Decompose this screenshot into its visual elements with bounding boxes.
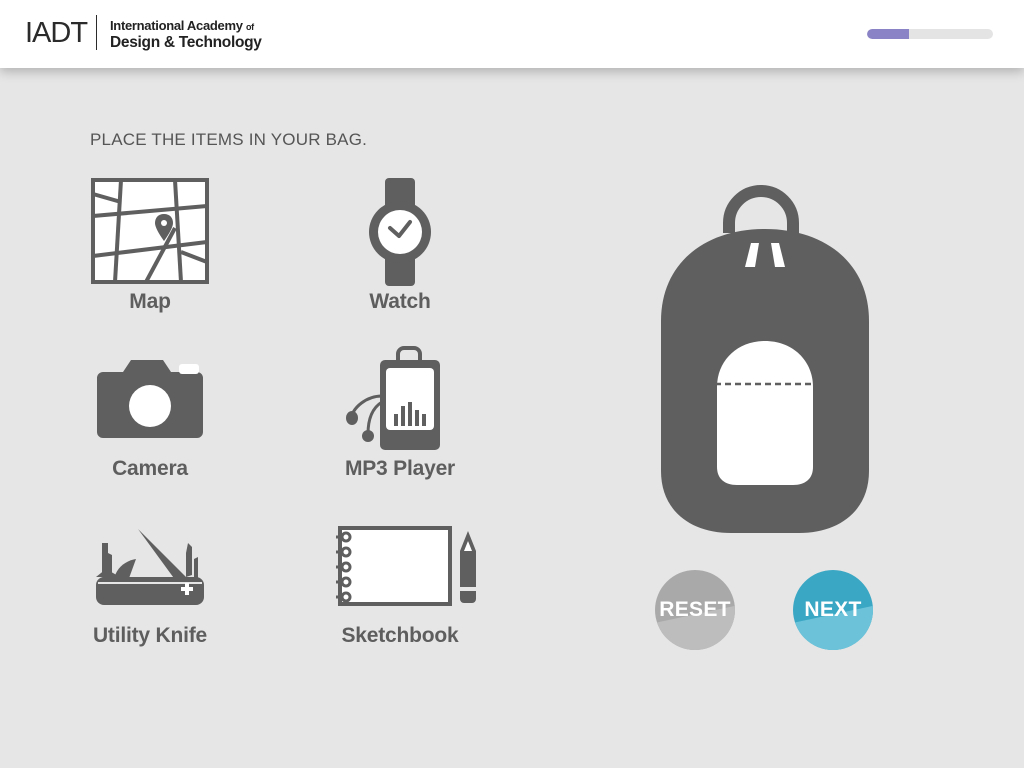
map-icon <box>91 178 209 284</box>
camera-icon <box>97 360 203 438</box>
item-camera[interactable]: Camera <box>50 358 250 488</box>
logo-line2: Design & Technology <box>110 34 262 51</box>
next-button[interactable]: NEXT <box>793 570 873 650</box>
item-label-utility-knife: Utility Knife <box>92 624 208 647</box>
item-watch[interactable]: Watch <box>300 178 500 318</box>
header-bar: IADT International Academy of Design & T… <box>0 0 1024 68</box>
logo-mark: IADT <box>25 17 88 49</box>
item-label-map: Map <box>129 290 171 313</box>
progress-fill <box>867 29 909 39</box>
logo-of: of <box>245 22 254 32</box>
progress-bar <box>867 29 993 39</box>
utility-knife-icon <box>96 529 204 605</box>
backpack-icon[interactable] <box>655 185 875 537</box>
logo-line1: International Academy <box>110 18 243 33</box>
item-label-sketchbook: Sketchbook <box>341 624 459 647</box>
item-mp3-player[interactable]: MP3 Player <box>300 346 500 488</box>
sketchbook-icon <box>336 526 476 606</box>
item-sketchbook[interactable]: Sketchbook <box>300 525 500 655</box>
item-utility-knife[interactable]: Utility Knife <box>50 525 250 655</box>
watch-icon <box>369 178 431 286</box>
item-label-camera: Camera <box>112 457 188 480</box>
reset-button-label: RESET <box>659 598 731 621</box>
reset-button[interactable]: RESET <box>655 570 735 650</box>
logo-divider <box>96 15 97 50</box>
item-map[interactable]: Map <box>50 178 250 318</box>
logo-text: International Academy of Design & Techno… <box>110 18 262 50</box>
instruction-text: PLACE THE ITEMS IN YOUR BAG. <box>90 130 368 149</box>
next-button-label: NEXT <box>804 598 862 621</box>
mp3-player-icon <box>346 346 440 450</box>
item-label-mp3-player: MP3 Player <box>344 457 456 480</box>
item-label-watch: Watch <box>369 290 431 313</box>
